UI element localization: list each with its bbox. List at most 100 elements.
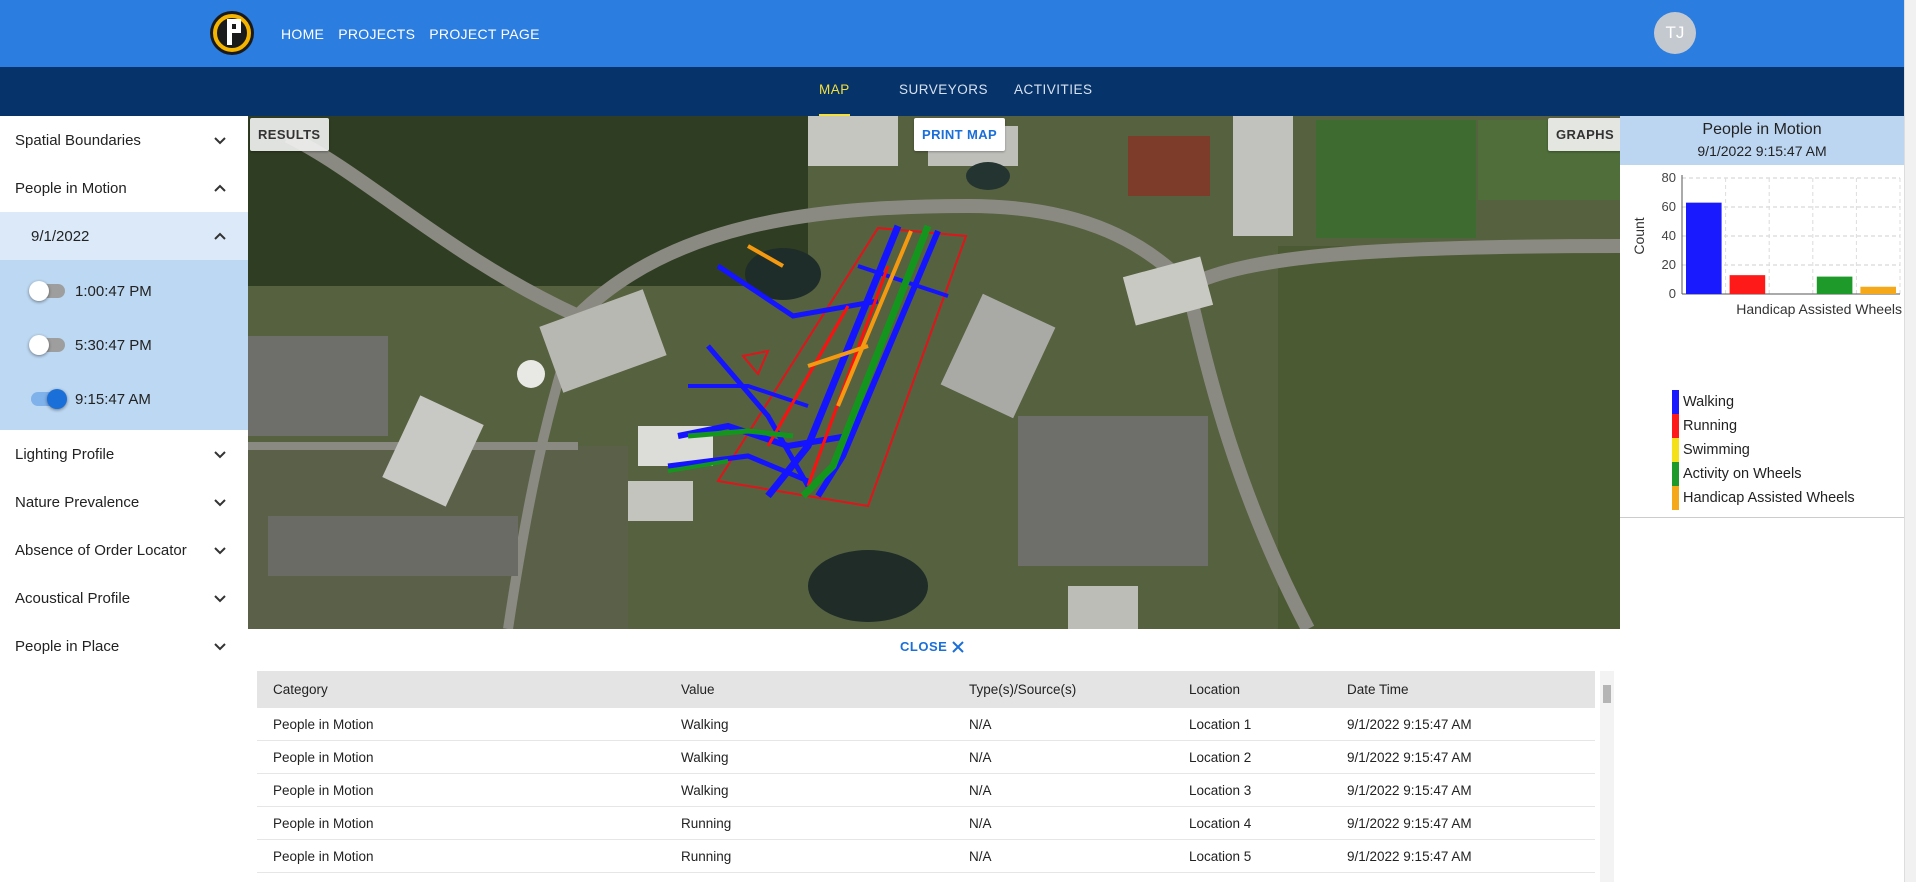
sidebar-item-label: Acoustical Profile (15, 589, 131, 607)
graph-subtitle: 9/1/2022 9:15:47 AM (1697, 143, 1827, 159)
graph-header: People in Motion 9/1/2022 9:15:47 AM (1620, 116, 1904, 165)
legend-swatch (1672, 438, 1679, 462)
sidebar-item-label: People in Place (15, 637, 120, 655)
page-scrollbar[interactable] (1904, 0, 1916, 882)
sidebar-item-label: Spatial Boundaries (15, 131, 141, 149)
tab-activities[interactable]: ACTIVITIES (1014, 67, 1093, 116)
time-toggle-row: 1:00:47 PM (0, 264, 248, 318)
close-icon (952, 640, 965, 653)
column-header-date-time[interactable]: Date Time (1347, 682, 1595, 697)
legend-item: Swimming (1672, 438, 1855, 462)
table-row[interactable]: People in Motion Walking N/A Location 2 … (257, 741, 1595, 774)
tab-surveyors[interactable]: SURVEYORS (899, 67, 988, 116)
cell-location: Location 2 (1189, 749, 1252, 765)
legend-label: Walking (1683, 394, 1735, 410)
legend-swatch (1672, 390, 1679, 414)
bar-walking (1686, 202, 1722, 294)
sidebar-date-group[interactable]: 9/1/2022 (0, 212, 248, 260)
cell-value: Walking (681, 782, 729, 798)
cell-date-time: 9/1/2022 9:15:47 AM (1347, 848, 1472, 864)
time-toggle-switch[interactable] (31, 389, 67, 409)
main-nav: HOME PROJECTS PROJECT PAGE (281, 0, 554, 67)
y-tick-label: 40 (1662, 228, 1676, 243)
cell-category: People in Motion (273, 716, 374, 732)
table-row[interactable]: People in Motion Walking N/A Location 1 … (257, 708, 1595, 741)
sidebar-item-label: Absence of Order Locator (15, 541, 187, 559)
user-avatar[interactable]: TJ (1654, 12, 1696, 54)
cell-location: Location 4 (1189, 815, 1252, 831)
close-label: CLOSE (900, 639, 948, 654)
column-header-type[interactable]: Type(s)/Source(s) (969, 682, 1189, 697)
legend-item: Running (1672, 414, 1855, 438)
toggle-knob (29, 281, 49, 301)
sidebar-item-nature-prevalence[interactable]: Nature Prevalence (0, 478, 248, 526)
chevron-down-icon (214, 643, 226, 651)
cell-value: Running (681, 848, 732, 864)
cell-date-time: 9/1/2022 9:15:47 AM (1347, 749, 1472, 765)
sidebar-item-lighting-profile[interactable]: Lighting Profile (0, 430, 248, 478)
chevron-up-icon (214, 232, 226, 240)
time-toggle-switch[interactable] (29, 335, 65, 355)
cell-location: Location 3 (1189, 782, 1252, 798)
people-in-motion-bar-chart: 0 20 40 60 80 Count Handicap Assisted Wheels (1631, 170, 1902, 317)
x-tick-label: Handicap Assisted Wheels (1736, 301, 1902, 317)
chevron-up-icon (214, 184, 226, 192)
sidebar-item-spatial-boundaries[interactable]: Spatial Boundaries (0, 116, 248, 164)
y-axis-label: Count (1631, 217, 1647, 254)
cell-type: N/A (969, 848, 992, 864)
time-label: 9:15:47 AM (75, 390, 151, 408)
close-button[interactable]: CLOSE (900, 639, 965, 654)
bar-running (1729, 275, 1766, 294)
app-logo[interactable] (208, 9, 256, 57)
results-button[interactable]: RESULTS (250, 118, 329, 151)
nav-projects-link[interactable]: PROJECTS (338, 26, 415, 42)
time-toggle-switch[interactable] (29, 281, 65, 301)
bar-handicap-assisted-wheels (1860, 286, 1896, 294)
sidebar-item-people-in-motion[interactable]: People in Motion (0, 164, 248, 212)
cell-location: Location 5 (1189, 848, 1252, 864)
table-row[interactable]: People in Motion Walking N/A Location 3 … (257, 774, 1595, 807)
cell-value: Running (681, 815, 732, 831)
legend-label: Handicap Assisted Wheels (1683, 490, 1855, 506)
nav-home-link[interactable]: HOME (281, 26, 324, 42)
legend-swatch (1672, 462, 1679, 486)
cell-type: N/A (969, 749, 992, 765)
results-drawer: CLOSE Category Value Type(s)/Source(s) L… (248, 629, 1620, 882)
column-header-category[interactable]: Category (257, 682, 681, 697)
toggle-knob (29, 335, 49, 355)
scrollbar-thumb[interactable] (1603, 685, 1611, 703)
chevron-down-icon (214, 547, 226, 555)
table-header: Category Value Type(s)/Source(s) Locatio… (257, 671, 1595, 708)
sidebar-item-label: Lighting Profile (15, 445, 115, 463)
sidebar-item-absence-of-order[interactable]: Absence of Order Locator (0, 526, 248, 574)
sidebar-item-people-in-place[interactable]: People in Place (0, 622, 248, 670)
y-tick-label: 60 (1662, 199, 1676, 214)
chevron-down-icon (214, 451, 226, 459)
sidebar-item-acoustical-profile[interactable]: Acoustical Profile (0, 574, 248, 622)
y-tick-label: 0 (1669, 286, 1676, 301)
date-label: 9/1/2022 (31, 227, 90, 245)
cell-date-time: 9/1/2022 9:15:47 AM (1347, 716, 1472, 732)
graphs-button[interactable]: GRAPHS (1548, 118, 1620, 151)
table-row[interactable]: People in Motion Running N/A Location 5 … (257, 840, 1595, 873)
column-header-location[interactable]: Location (1189, 682, 1347, 697)
cell-category: People in Motion (273, 782, 374, 798)
y-tick-label: 20 (1662, 257, 1676, 272)
tab-map[interactable]: MAP (819, 67, 850, 116)
table-scrollbar[interactable] (1600, 671, 1614, 882)
graph-panel: People in Motion 9/1/2022 9:15:47 AM 0 20… (1620, 116, 1904, 518)
sub-nav: MAP SURVEYORS ACTIVITIES (0, 67, 1904, 116)
legend-label: Activity on Wheels (1683, 466, 1802, 482)
cell-value: Walking (681, 716, 729, 732)
print-map-button[interactable]: PRINT MAP (914, 118, 1006, 151)
legend-label: Swimming (1683, 442, 1750, 458)
time-label: 5:30:47 PM (75, 336, 152, 354)
column-header-value[interactable]: Value (681, 682, 969, 697)
nav-project-page-link[interactable]: PROJECT PAGE (429, 26, 539, 42)
table-row[interactable]: People in Motion Running N/A Location 4 … (257, 807, 1595, 840)
results-table: Category Value Type(s)/Source(s) Locatio… (257, 671, 1595, 873)
time-label: 1:00:47 PM (75, 282, 152, 300)
layers-sidebar: Spatial Boundaries People in Motion 9/1/… (0, 116, 248, 882)
cell-location: Location 1 (1189, 716, 1252, 732)
satellite-map[interactable]: RESULTS PRINT MAP GRAPHS (248, 116, 1620, 629)
